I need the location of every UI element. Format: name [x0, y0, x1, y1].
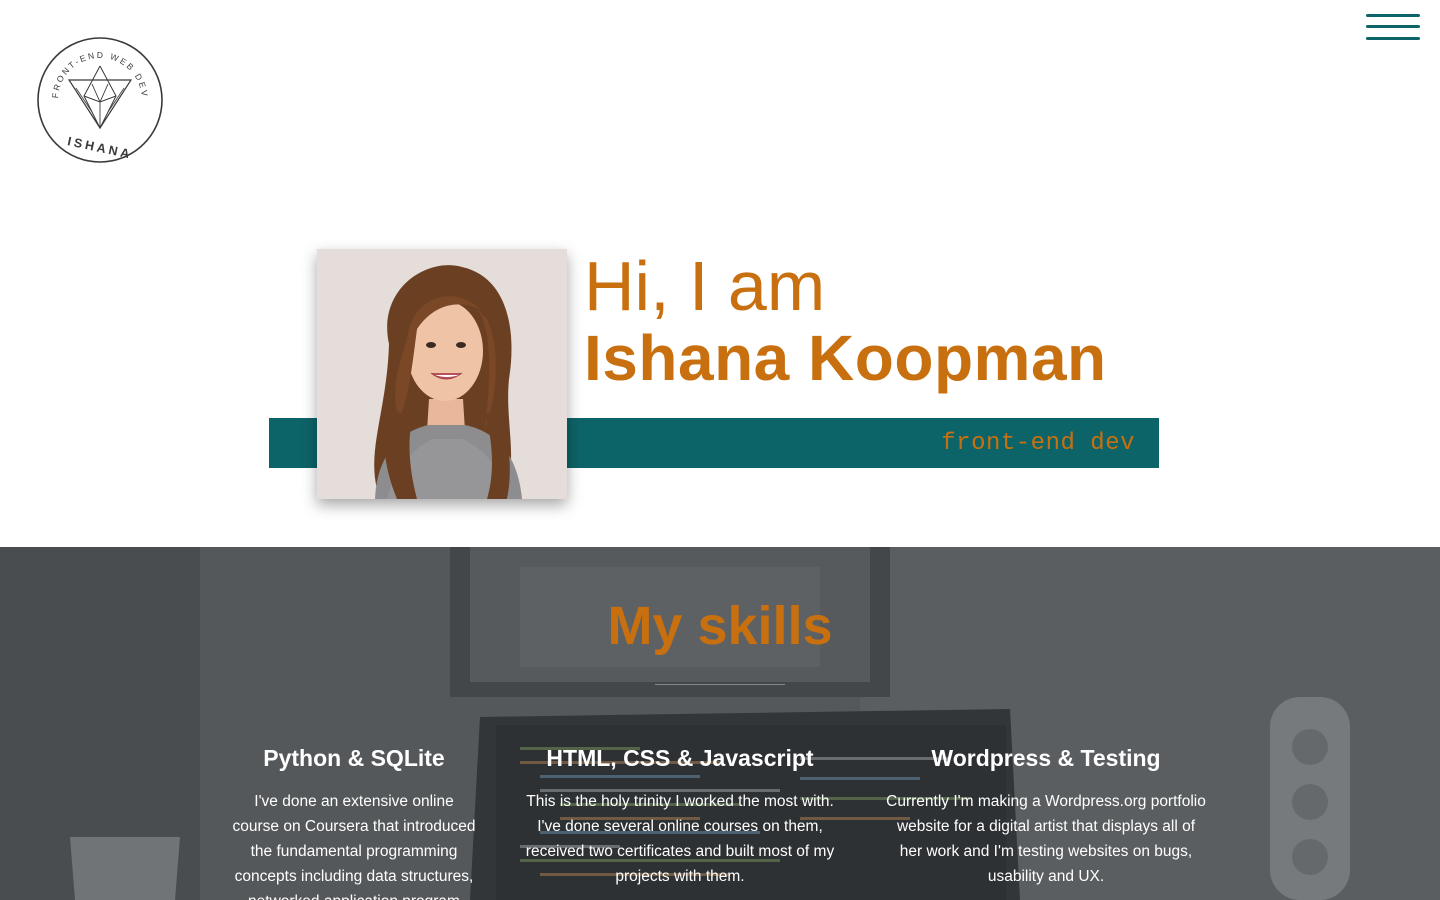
- skill-card: HTML, CSS & Javascript This is the holy …: [518, 741, 842, 889]
- hamburger-menu-icon: [1366, 37, 1420, 40]
- svg-text:FRONT-END WEB DEV: FRONT-END WEB DEV: [50, 50, 150, 99]
- skills-section: My skills Python & SQLite I've done an e…: [0, 547, 1440, 900]
- hamburger-menu-icon: [1366, 14, 1420, 17]
- role-label: front-end dev: [941, 430, 1135, 457]
- hamburger-menu-icon: [1366, 25, 1420, 28]
- menu-button[interactable]: [1366, 12, 1422, 42]
- skill-card: Python & SQLite I've done an extensive o…: [230, 741, 478, 900]
- skill-title: HTML, CSS & Javascript: [546, 745, 814, 771]
- skills-title: My skills: [607, 596, 833, 656]
- skill-title: Wordpress & Testing: [931, 745, 1161, 771]
- hero-name: Ishana Koopman: [584, 322, 1107, 394]
- skill-description: This is the holy trinity I worked the mo…: [525, 793, 835, 885]
- skill-description: Currently I'm making a Wordpress.org por…: [886, 793, 1206, 885]
- skill-description: I've done an extensive online course on …: [232, 793, 476, 900]
- site-logo[interactable]: FRONT-END WEB DEV ISHANA: [36, 36, 164, 164]
- hero-greeting: Hi, I am: [584, 247, 826, 325]
- mountain-logo-icon: FRONT-END WEB DEV ISHANA: [37, 37, 163, 163]
- skill-card: Wordpress & Testing Currently I'm making…: [886, 741, 1206, 889]
- profile-photo: [317, 249, 567, 499]
- logo-ring-text: FRONT-END WEB DEV: [50, 50, 148, 99]
- skills-divider: [655, 684, 785, 685]
- skill-title: Python & SQLite: [263, 745, 445, 771]
